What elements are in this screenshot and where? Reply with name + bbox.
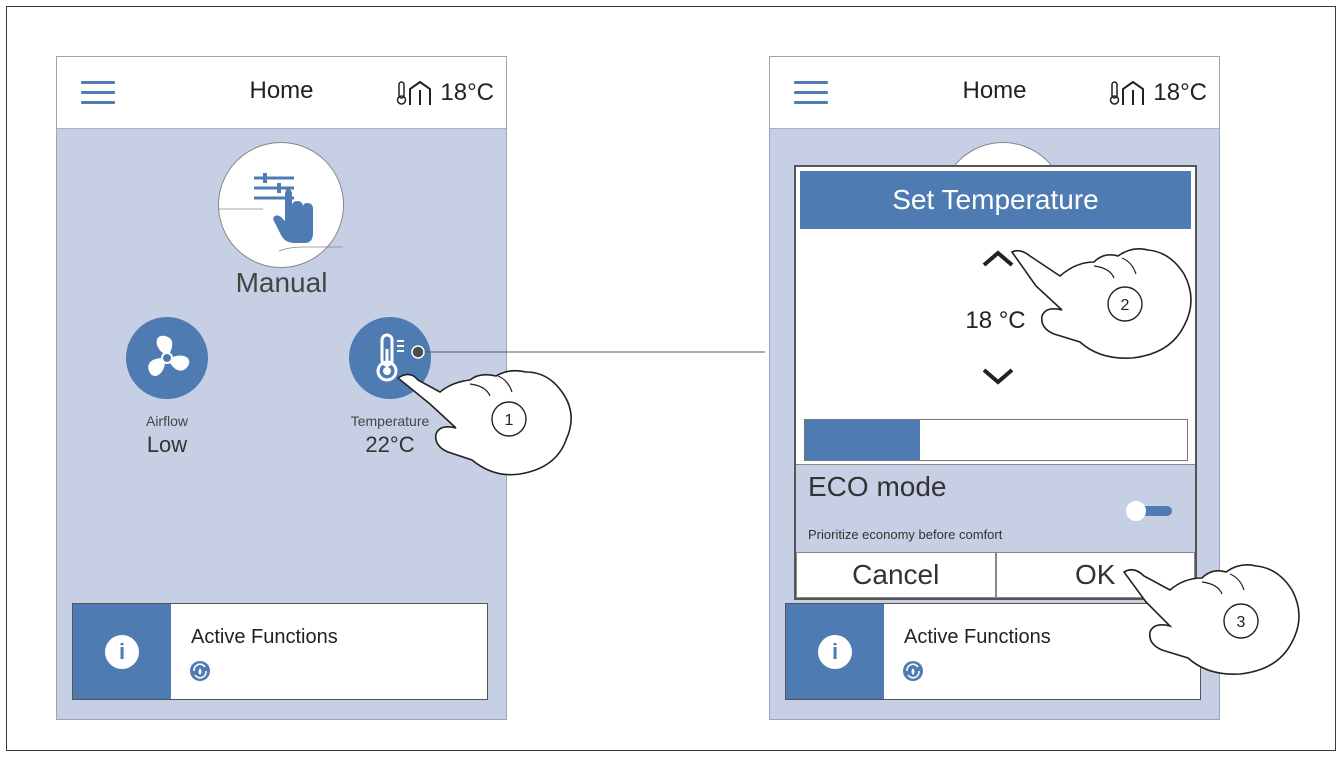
thermometer-house-icon	[397, 80, 432, 105]
fan-icon	[148, 335, 190, 376]
temperature-level-fill	[805, 420, 920, 460]
eco-mode-toggle[interactable]	[1126, 501, 1174, 521]
chevron-down-icon[interactable]	[978, 364, 1018, 388]
set-temperature-dialog: Set Temperature 18 °C ECO mode Prioritiz…	[794, 165, 1197, 600]
temperature-caption: Temperature	[350, 413, 430, 429]
active-functions-panel[interactable]: i Active Functions	[72, 603, 488, 700]
thermometer-house-icon	[1110, 80, 1145, 105]
airflow-value: Low	[146, 432, 188, 457]
active-function-icon	[190, 661, 210, 681]
ok-button[interactable]: OK	[995, 552, 1195, 598]
temperature-button[interactable]	[349, 317, 431, 399]
mode-button[interactable]	[218, 142, 344, 268]
left-phone-screen: Home 18°C Manual Airflow Low Temperature…	[56, 56, 507, 720]
eco-mode-title: ECO mode	[808, 471, 947, 502]
info-block: i	[73, 604, 171, 699]
dialog-buttons: Cancel OK	[796, 552, 1195, 598]
eco-mode-subtitle: Prioritize economy before comfort	[808, 527, 1003, 542]
mode-label: Manual	[235, 267, 328, 298]
manual-hand-icon	[219, 173, 343, 252]
header: Home 18°C	[770, 57, 1219, 129]
indoor-temp-value: 18°C	[440, 79, 494, 106]
thermometer-icon	[376, 333, 404, 382]
indoor-temp-value: 18°C	[1153, 79, 1207, 106]
header: Home 18°C	[57, 57, 506, 129]
airflow-button[interactable]	[126, 317, 208, 399]
temperature-level-bar	[804, 419, 1188, 461]
info-icon: i	[105, 635, 139, 669]
dialog-title: Set Temperature	[800, 171, 1191, 229]
active-functions-label: Active Functions	[191, 626, 338, 648]
eco-mode-section: ECO mode Prioritize economy before comfo…	[796, 464, 1195, 554]
setpoint-value: 18 °C	[965, 307, 1026, 334]
indoor-temperature: 18°C	[396, 79, 494, 107]
airflow-caption: Airflow	[145, 413, 188, 429]
info-icon: i	[818, 635, 852, 669]
indoor-temperature: 18°C	[1109, 79, 1207, 107]
info-block: i	[786, 604, 884, 699]
temperature-value: 22°C	[365, 432, 415, 457]
chevron-up-icon[interactable]	[978, 247, 1018, 271]
right-phone-screen: Home 18°C Set Temperature 18 °C ECO mode…	[769, 56, 1220, 720]
active-functions-panel[interactable]: i Active Functions	[785, 603, 1201, 700]
active-function-icon	[903, 661, 923, 681]
cancel-button[interactable]: Cancel	[796, 552, 996, 598]
active-functions-label: Active Functions	[904, 626, 1051, 648]
